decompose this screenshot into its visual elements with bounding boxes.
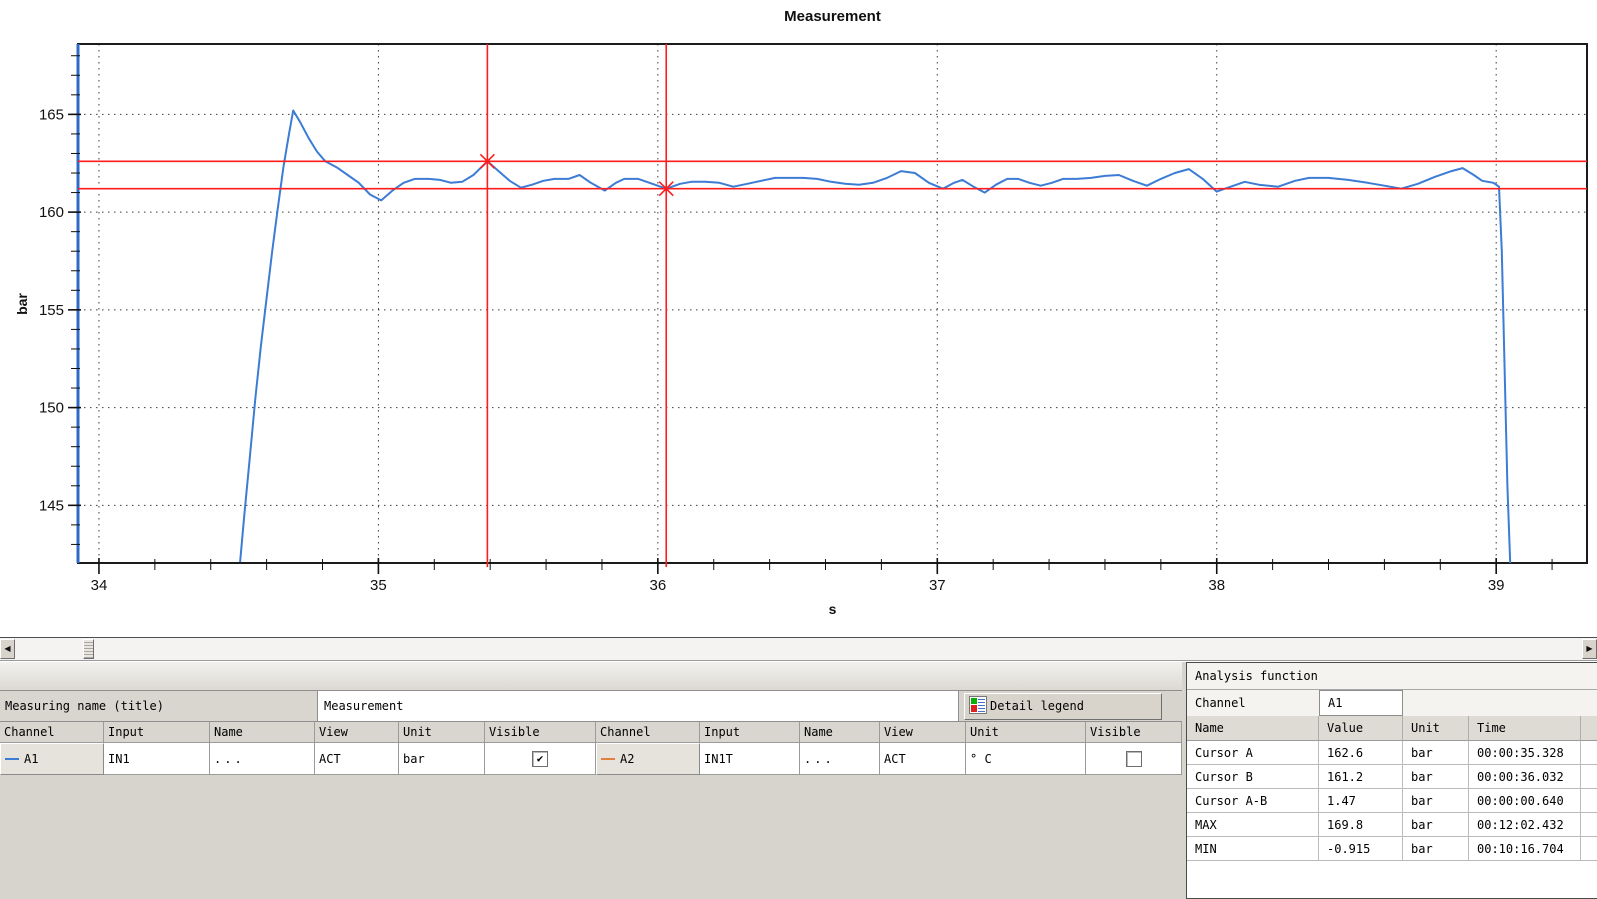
col-header-view-2: View	[880, 722, 966, 743]
min-unit: bar	[1403, 837, 1469, 860]
measuring-name-label: Measuring name (title)	[0, 691, 318, 722]
svg-text:150: 150	[39, 400, 64, 417]
channel-a2-visible-cell	[1086, 743, 1182, 775]
min-value: -0.915	[1319, 837, 1403, 860]
svg-text:36: 36	[650, 577, 667, 594]
cursor-ab-time: 00:00:00.640	[1469, 789, 1581, 812]
chart-region: Measurement bar s 3435363738391451501551…	[0, 0, 1597, 637]
analysis-table-header: Name Value Unit Time	[1187, 716, 1597, 741]
col-header-channel-1: Channel	[0, 722, 104, 743]
cursor-a-value: 162.6	[1319, 741, 1403, 764]
col-header-view-1: View	[315, 722, 399, 743]
max-unit: bar	[1403, 813, 1469, 836]
svg-text:37: 37	[929, 577, 946, 594]
analysis-title: Analysis function	[1187, 663, 1597, 690]
channel-a1-view: ACT	[315, 743, 399, 775]
cursor-a-name: Cursor A	[1187, 741, 1319, 764]
analysis-col-extra	[1581, 716, 1597, 741]
cursor-ab-name: Cursor A-B	[1187, 789, 1319, 812]
analysis-row-min: MIN -0.915 bar 00:10:16.704	[1187, 837, 1597, 861]
horizontal-scrollbar[interactable]: ◀ ▶	[0, 637, 1597, 661]
min-time: 00:10:16.704	[1469, 837, 1581, 860]
analysis-channel-row: Channel A1	[1187, 690, 1597, 717]
channel-a2-input: IN1T	[700, 743, 800, 775]
analysis-channel-select[interactable]: A1	[1319, 690, 1403, 716]
cursor-b-unit: bar	[1403, 765, 1469, 788]
legend-table-header: Channel Input Name View Unit Visible Cha…	[0, 722, 1182, 743]
measurement-plot[interactable]: 34 35 36 37 38 39 145 150 155 160 165	[0, 0, 1597, 637]
col-header-visible-1: Visible	[485, 722, 596, 743]
col-header-visible-2: Visible	[1086, 722, 1182, 743]
svg-text:145: 145	[39, 497, 64, 514]
scroll-left-button[interactable]: ◀	[0, 639, 15, 659]
analysis-channel-label: Channel	[1187, 690, 1319, 716]
checkmark-icon: ✔	[537, 752, 544, 765]
series-a1-line	[240, 111, 1510, 564]
plot-gridlines	[78, 44, 1587, 563]
detail-legend-label: Detail legend	[990, 699, 1084, 713]
svg-text:34: 34	[91, 577, 108, 594]
svg-text:160: 160	[39, 204, 64, 221]
col-header-name-2: Name	[800, 722, 880, 743]
analysis-col-name: Name	[1187, 716, 1319, 741]
max-value: 169.8	[1319, 813, 1403, 836]
analysis-row-cursor-b: Cursor B 161.2 bar 00:00:36.032	[1187, 765, 1597, 789]
axis-ticks	[68, 56, 1552, 574]
col-header-input-1: Input	[104, 722, 210, 743]
max-name: MAX	[1187, 813, 1319, 836]
channel-a2-color-swatch	[601, 758, 615, 760]
cursor-ab-unit: bar	[1403, 789, 1469, 812]
legend-table-row: A1 IN1 ... ACT bar ✔ A2 IN1T ... ACT ° C	[0, 743, 1182, 775]
channel-a1-unit: bar	[399, 743, 485, 775]
channel-a2-view: ACT	[880, 743, 966, 775]
svg-text:155: 155	[39, 302, 64, 319]
measuring-name-row: Measuring name (title) Measurement Detai…	[0, 691, 1182, 722]
detail-legend-button[interactable]: Detail legend	[964, 693, 1162, 720]
analysis-row-cursor-a: Cursor A 162.6 bar 00:00:35.328	[1187, 741, 1597, 765]
cursor-a-time: 00:00:35.328	[1469, 741, 1581, 764]
channel-a2-unit: ° C	[966, 743, 1086, 775]
analysis-row-cursor-ab: Cursor A-B 1.47 bar 00:00:00.640	[1187, 789, 1597, 813]
cursor-b-name: Cursor B	[1187, 765, 1319, 788]
bottom-panel: Legend28/09/2019 15:55:44 Measuring name…	[0, 662, 1597, 899]
max-time: 00:12:02.432	[1469, 813, 1581, 836]
cursor-lines[interactable]	[78, 44, 1587, 567]
channel-a1-button[interactable]: A1	[0, 743, 104, 775]
scroll-right-button[interactable]: ▶	[1582, 639, 1597, 659]
svg-text:38: 38	[1208, 577, 1225, 594]
cursor-b-value: 161.2	[1319, 765, 1403, 788]
channel-a1-id: A1	[24, 752, 38, 766]
channel-a1-visible-cell: ✔	[485, 743, 596, 775]
measuring-name-input[interactable]: Measurement	[318, 691, 959, 722]
analysis-col-unit: Unit	[1403, 716, 1469, 741]
svg-text:35: 35	[370, 577, 387, 594]
plot-border	[78, 44, 1587, 563]
col-header-unit-2: Unit	[966, 722, 1086, 743]
min-name: MIN	[1187, 837, 1319, 860]
channel-a2-id: A2	[620, 752, 634, 766]
col-header-name-1: Name	[210, 722, 315, 743]
svg-text:165: 165	[39, 106, 64, 123]
channel-a1-visible-checkbox[interactable]: ✔	[532, 751, 548, 767]
cursor-b-time: 00:00:36.032	[1469, 765, 1581, 788]
channel-a2-visible-checkbox[interactable]	[1126, 751, 1142, 767]
analysis-panel: Analysis function Channel A1 Name Value …	[1186, 662, 1597, 899]
cursor-ab-value: 1.47	[1319, 789, 1403, 812]
channel-a2-name[interactable]: ...	[800, 743, 880, 775]
col-header-unit-1: Unit	[399, 722, 485, 743]
col-header-channel-2: Channel	[596, 722, 700, 743]
cursor-a-unit: bar	[1403, 741, 1469, 764]
legend-header-row: Legend28/09/2019 15:55:44	[0, 662, 1182, 691]
analysis-row-max: MAX 169.8 bar 00:12:02.432	[1187, 813, 1597, 837]
detail-legend-icon	[969, 696, 987, 714]
analysis-col-time: Time	[1469, 716, 1581, 741]
analysis-col-value: Value	[1319, 716, 1403, 741]
col-header-input-2: Input	[700, 722, 800, 743]
channel-a1-input: IN1	[104, 743, 210, 775]
svg-text:39: 39	[1488, 577, 1505, 594]
scroll-thumb[interactable]	[83, 639, 94, 659]
channel-a2-button[interactable]: A2	[596, 743, 700, 775]
channel-a1-color-swatch	[5, 758, 19, 760]
channel-a1-name[interactable]: ...	[210, 743, 315, 775]
